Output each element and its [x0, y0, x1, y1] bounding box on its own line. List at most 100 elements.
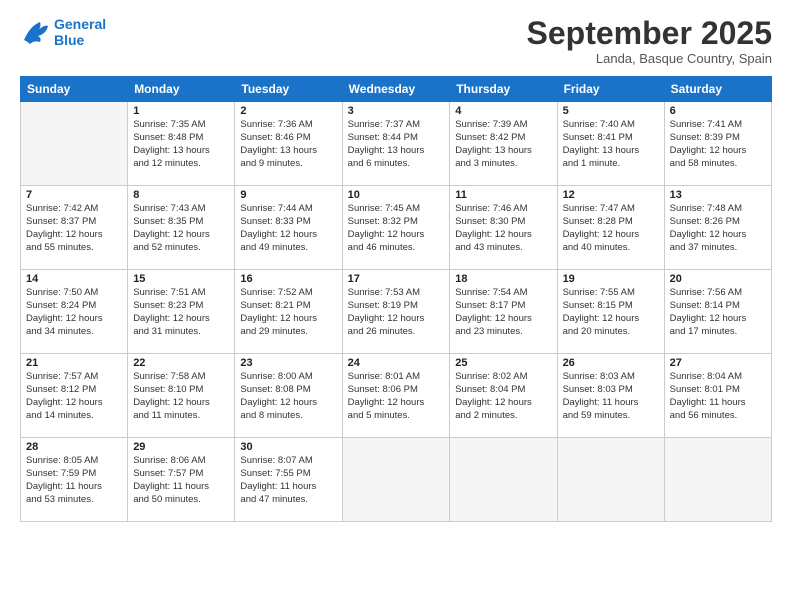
day-info: Sunrise: 7:47 AM Sunset: 8:28 PM Dayligh…: [563, 203, 659, 254]
day-info: Sunrise: 7:48 AM Sunset: 8:26 PM Dayligh…: [670, 203, 766, 254]
day-info: Sunrise: 7:56 AM Sunset: 8:14 PM Dayligh…: [670, 287, 766, 338]
day-number: 29: [133, 441, 229, 453]
day-number: 10: [348, 189, 445, 201]
day-number: 26: [563, 357, 659, 369]
calendar-header-monday: Monday: [128, 77, 235, 102]
day-info: Sunrise: 8:05 AM Sunset: 7:59 PM Dayligh…: [26, 455, 122, 506]
calendar-cell: 25 Sunrise: 8:02 AM Sunset: 8:04 PM Dayli…: [450, 354, 557, 438]
calendar-cell: 23 Sunrise: 8:00 AM Sunset: 8:08 PM Dayli…: [235, 354, 342, 438]
day-info: Sunrise: 7:37 AM Sunset: 8:44 PM Dayligh…: [348, 119, 445, 170]
calendar-cell: 18 Sunrise: 7:54 AM Sunset: 8:17 PM Dayli…: [450, 270, 557, 354]
day-number: 5: [563, 105, 659, 117]
day-number: 18: [455, 273, 551, 285]
day-info: Sunrise: 8:01 AM Sunset: 8:06 PM Dayligh…: [348, 371, 445, 422]
month-title: September 2025: [527, 16, 772, 51]
day-number: 13: [670, 189, 766, 201]
calendar-cell: 15 Sunrise: 7:51 AM Sunset: 8:23 PM Dayli…: [128, 270, 235, 354]
calendar-cell: 24Sunrise: 8:01 AM Sunset: 8:06 PM Dayli…: [342, 354, 450, 438]
day-number: 23: [240, 357, 336, 369]
header: General Blue September 2025 Landa, Basqu…: [20, 16, 772, 66]
day-number: 22: [133, 357, 229, 369]
calendar-cell: 12Sunrise: 7:47 AM Sunset: 8:28 PM Dayli…: [557, 186, 664, 270]
calendar-cell: 9 Sunrise: 7:44 AM Sunset: 8:33 PM Daylig…: [235, 186, 342, 270]
calendar-cell: 29 Sunrise: 8:06 AM Sunset: 7:57 PM Dayli…: [128, 438, 235, 522]
calendar-header-wednesday: Wednesday: [342, 77, 450, 102]
calendar-week-row: 7Sunrise: 7:42 AM Sunset: 8:37 PM Daylig…: [21, 186, 772, 270]
day-number: 4: [455, 105, 551, 117]
calendar-cell: 20 Sunrise: 7:56 AM Sunset: 8:14 PM Dayli…: [664, 270, 771, 354]
calendar-cell: 6 Sunrise: 7:41 AM Sunset: 8:39 PM Daylig…: [664, 102, 771, 186]
calendar-cell: 4 Sunrise: 7:39 AM Sunset: 8:42 PM Daylig…: [450, 102, 557, 186]
day-info: Sunrise: 7:58 AM Sunset: 8:10 PM Dayligh…: [133, 371, 229, 422]
calendar-header-tuesday: Tuesday: [235, 77, 342, 102]
calendar-cell: [664, 438, 771, 522]
day-number: 15: [133, 273, 229, 285]
day-number: 25: [455, 357, 551, 369]
day-number: 2: [240, 105, 336, 117]
day-number: 3: [348, 105, 445, 117]
day-info: Sunrise: 7:52 AM Sunset: 8:21 PM Dayligh…: [240, 287, 336, 338]
day-info: Sunrise: 7:36 AM Sunset: 8:46 PM Dayligh…: [240, 119, 336, 170]
day-info: Sunrise: 7:57 AM Sunset: 8:12 PM Dayligh…: [26, 371, 122, 422]
calendar-header-saturday: Saturday: [664, 77, 771, 102]
calendar-cell: [450, 438, 557, 522]
calendar-cell: [342, 438, 450, 522]
day-info: Sunrise: 7:46 AM Sunset: 8:30 PM Dayligh…: [455, 203, 551, 254]
day-info: Sunrise: 7:51 AM Sunset: 8:23 PM Dayligh…: [133, 287, 229, 338]
day-number: 9: [240, 189, 336, 201]
calendar-cell: [21, 102, 128, 186]
day-number: 28: [26, 441, 122, 453]
calendar-cell: 13 Sunrise: 7:48 AM Sunset: 8:26 PM Dayli…: [664, 186, 771, 270]
day-number: 8: [133, 189, 229, 201]
day-info: Sunrise: 8:07 AM Sunset: 7:55 PM Dayligh…: [240, 455, 336, 506]
calendar-cell: 27Sunrise: 8:04 AM Sunset: 8:01 PM Dayli…: [664, 354, 771, 438]
calendar-table: SundayMondayTuesdayWednesdayThursdayFrid…: [20, 76, 772, 522]
calendar-cell: 1Sunrise: 7:35 AM Sunset: 8:48 PM Daylig…: [128, 102, 235, 186]
calendar-cell: 2 Sunrise: 7:36 AM Sunset: 8:46 PM Daylig…: [235, 102, 342, 186]
day-info: Sunrise: 7:50 AM Sunset: 8:24 PM Dayligh…: [26, 287, 122, 338]
day-info: Sunrise: 8:04 AM Sunset: 8:01 PM Dayligh…: [670, 371, 766, 422]
day-info: Sunrise: 8:02 AM Sunset: 8:04 PM Dayligh…: [455, 371, 551, 422]
title-block: September 2025 Landa, Basque Country, Sp…: [527, 16, 772, 66]
day-info: Sunrise: 7:42 AM Sunset: 8:37 PM Dayligh…: [26, 203, 122, 254]
day-number: 6: [670, 105, 766, 117]
calendar-header-friday: Friday: [557, 77, 664, 102]
logo-text: General Blue: [54, 16, 106, 48]
logo-icon: [20, 18, 50, 46]
calendar-cell: 17Sunrise: 7:53 AM Sunset: 8:19 PM Dayli…: [342, 270, 450, 354]
calendar-cell: 7Sunrise: 7:42 AM Sunset: 8:37 PM Daylig…: [21, 186, 128, 270]
day-info: Sunrise: 8:00 AM Sunset: 8:08 PM Dayligh…: [240, 371, 336, 422]
day-number: 14: [26, 273, 122, 285]
calendar-header-sunday: Sunday: [21, 77, 128, 102]
calendar-cell: 19 Sunrise: 7:55 AM Sunset: 8:15 PM Dayli…: [557, 270, 664, 354]
day-info: Sunrise: 7:41 AM Sunset: 8:39 PM Dayligh…: [670, 119, 766, 170]
day-info: Sunrise: 7:43 AM Sunset: 8:35 PM Dayligh…: [133, 203, 229, 254]
calendar-cell: 8 Sunrise: 7:43 AM Sunset: 8:35 PM Daylig…: [128, 186, 235, 270]
day-number: 1: [133, 105, 229, 117]
day-number: 19: [563, 273, 659, 285]
day-info: Sunrise: 7:39 AM Sunset: 8:42 PM Dayligh…: [455, 119, 551, 170]
logo: General Blue: [20, 16, 106, 48]
day-number: 21: [26, 357, 122, 369]
calendar-cell: 30 Sunrise: 8:07 AM Sunset: 7:55 PM Dayli…: [235, 438, 342, 522]
calendar-cell: 16 Sunrise: 7:52 AM Sunset: 8:21 PM Dayli…: [235, 270, 342, 354]
calendar-cell: 11Sunrise: 7:46 AM Sunset: 8:30 PM Dayli…: [450, 186, 557, 270]
day-number: 30: [240, 441, 336, 453]
day-info: Sunrise: 7:40 AM Sunset: 8:41 PM Dayligh…: [563, 119, 659, 170]
day-info: Sunrise: 7:45 AM Sunset: 8:32 PM Dayligh…: [348, 203, 445, 254]
calendar-week-row: 21 Sunrise: 7:57 AM Sunset: 8:12 PM Dayli…: [21, 354, 772, 438]
day-info: Sunrise: 7:44 AM Sunset: 8:33 PM Dayligh…: [240, 203, 336, 254]
day-info: Sunrise: 7:54 AM Sunset: 8:17 PM Dayligh…: [455, 287, 551, 338]
calendar-cell: 22 Sunrise: 7:58 AM Sunset: 8:10 PM Dayli…: [128, 354, 235, 438]
calendar-cell: 10 Sunrise: 7:45 AM Sunset: 8:32 PM Dayli…: [342, 186, 450, 270]
calendar-cell: 28 Sunrise: 8:05 AM Sunset: 7:59 PM Dayli…: [21, 438, 128, 522]
day-number: 20: [670, 273, 766, 285]
calendar-cell: 21 Sunrise: 7:57 AM Sunset: 8:12 PM Dayli…: [21, 354, 128, 438]
day-info: Sunrise: 7:55 AM Sunset: 8:15 PM Dayligh…: [563, 287, 659, 338]
day-info: Sunrise: 8:03 AM Sunset: 8:03 PM Dayligh…: [563, 371, 659, 422]
day-info: Sunrise: 8:06 AM Sunset: 7:57 PM Dayligh…: [133, 455, 229, 506]
calendar-header-row: SundayMondayTuesdayWednesdayThursdayFrid…: [21, 77, 772, 102]
day-number: 16: [240, 273, 336, 285]
calendar-week-row: 14 Sunrise: 7:50 AM Sunset: 8:24 PM Dayli…: [21, 270, 772, 354]
calendar-week-row: 28 Sunrise: 8:05 AM Sunset: 7:59 PM Dayli…: [21, 438, 772, 522]
